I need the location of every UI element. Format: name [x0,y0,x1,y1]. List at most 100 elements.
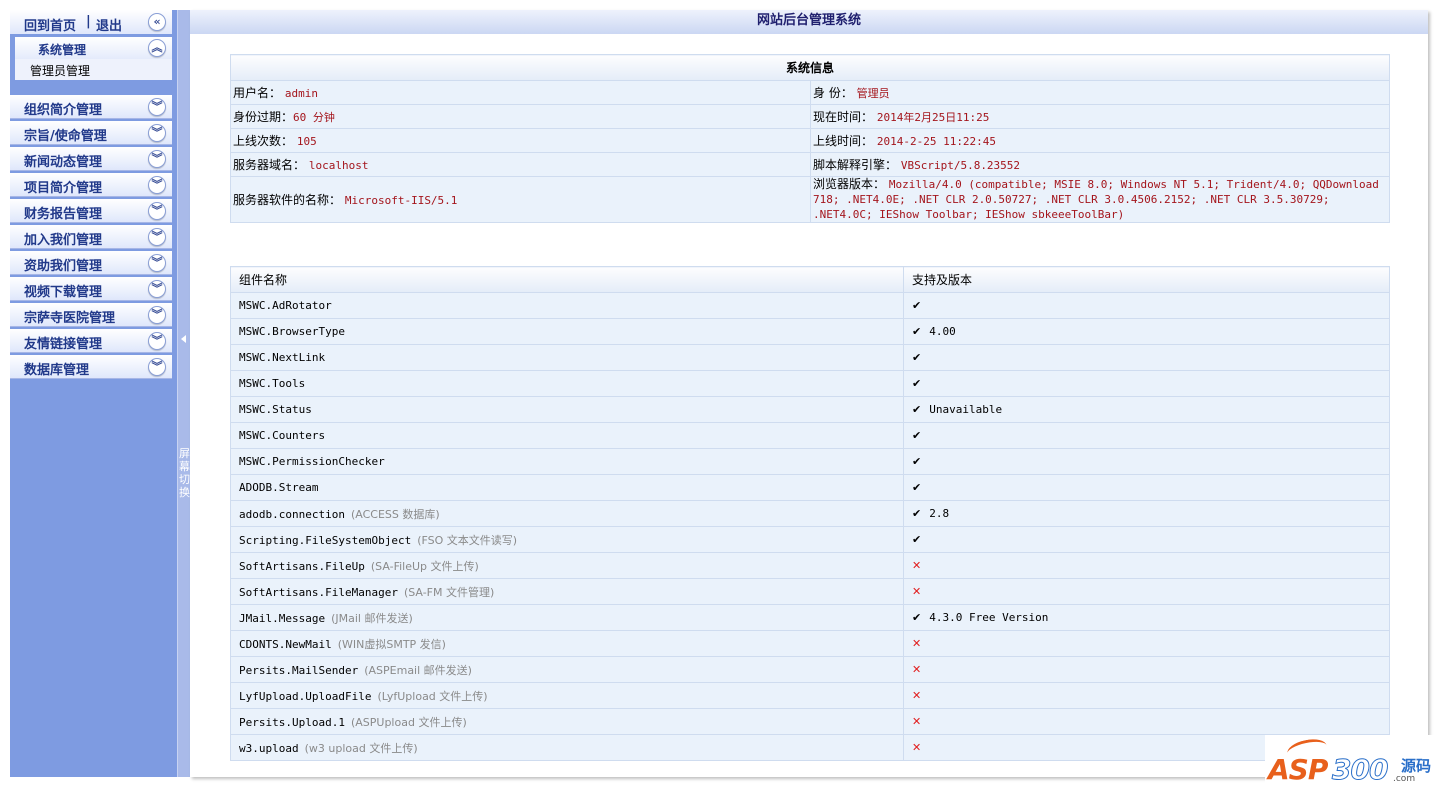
browser-cell: 浏览器版本： Mozilla/4.0 (compatible; MSIE 8.0… [810,176,1390,223]
check-icon: ✔ [912,481,922,494]
component-desc: (JMail 邮件发送) [331,611,413,625]
component-name: MSWC.Status [239,403,312,416]
double-chevron-down-icon[interactable]: ︾ [148,332,166,350]
component-desc: (FSO 文本文件读写) [417,533,518,547]
double-chevron-down-icon[interactable]: ︾ [148,254,166,272]
double-chevron-down-icon[interactable]: ︾ [148,280,166,298]
component-row: Scripting.FileSystemObject (FSO 文本文件读写) ✔ [230,526,1390,553]
component-support-cell: ✔ [903,474,1390,501]
component-name-cell: MSWC.NextLink [230,344,904,371]
sidebar: 回到首页 | 退出 « 系统管理 ︽ 管理员管理 组织简介管理 ︾ 宗旨/使命管理 ︾… [10,10,177,777]
last-value: 2014-2-25 11:22:45 [876,135,997,148]
software-label: 服务器软件的名称： [233,193,342,207]
component-row: LyfUpload.UploadFile (LyfUpload 文件上传) ✕ [230,682,1390,709]
sidebar-menu-item[interactable]: 项目简介管理 ︾ [10,173,172,197]
asp300-logo: ASP 300 源码 .com [1265,735,1437,787]
component-support-cell: ✔ [903,370,1390,397]
component-row: MSWC.Counters ✔ [230,422,1390,449]
component-support-cell: ✔ [903,292,1390,319]
double-chevron-down-icon[interactable]: ︾ [148,202,166,220]
double-chevron-down-icon[interactable]: ︾ [148,98,166,116]
component-version: 4.00 [929,325,956,338]
component-support-cell: ✕ [903,552,1390,579]
now-cell: 现在时间： 2014年2月25日11:25 [810,104,1390,129]
sidebar-group-system[interactable]: 系统管理 ︽ [15,37,172,59]
component-name-cell: w3.upload (w3 upload 文件上传) [230,734,904,761]
component-name-cell: MSWC.BrowserType [230,318,904,345]
component-support-cell: ✔ Unavailable [903,396,1390,423]
component-row: adodb.connection (ACCESS 数据库) ✔ 2.8 [230,500,1390,527]
component-row: Persits.Upload.1 (ASPUpload 文件上传) ✕ [230,708,1390,735]
sidebar-menu-label: 宗萨寺医院管理 [24,311,116,326]
component-name-cell: Scripting.FileSystemObject (FSO 文本文件读写) [230,526,904,553]
double-chevron-down-icon[interactable]: ︾ [148,306,166,324]
double-chevron-down-icon[interactable]: ︾ [148,228,166,246]
component-row: SoftArtisans.FileManager (SA-FM 文件管理) ✕ [230,578,1390,605]
host-cell: 服务器域名： localhost [230,152,811,177]
component-row: Persits.MailSender (ASPEmail 邮件发送) ✕ [230,656,1390,683]
component-name: MSWC.BrowserType [239,325,345,338]
sidebar-menu-item[interactable]: 财务报告管理 ︾ [10,199,172,223]
double-chevron-up-icon[interactable]: ︽ [148,39,166,57]
logins-value: 105 [296,135,317,148]
expire-value: 60 分钟 [293,111,335,124]
script-cell: 脚本解释引擎： VBScript/5.8.23552 [810,152,1390,177]
component-row: MSWC.Status ✔ Unavailable [230,396,1390,423]
sidebar-menu-item[interactable]: 视频下载管理 ︾ [10,277,172,301]
cross-icon: ✕ [912,585,922,598]
logout-link[interactable]: 退出 [96,15,122,34]
cross-icon: ✕ [912,637,922,650]
sidebar-item-admin[interactable]: 管理员管理 [15,59,172,80]
host-label: 服务器域名： [233,158,306,172]
component-row: MSWC.Tools ✔ [230,370,1390,397]
component-desc: (ASPEmail 邮件发送) [364,663,472,677]
check-icon: ✔ [912,299,922,312]
home-link[interactable]: 回到首页 [24,15,76,34]
component-name-cell: Persits.Upload.1 (ASPUpload 文件上传) [230,708,904,735]
component-support-cell: ✔ [903,448,1390,475]
sidebar-menu-item[interactable]: 宗旨/使命管理 ︾ [10,121,172,145]
software-value: Microsoft-IIS/5.1 [344,194,458,207]
check-icon: ✔ [912,533,922,546]
component-name: SoftArtisans.FileUp [239,559,365,573]
double-chevron-down-icon[interactable]: ︾ [148,150,166,168]
page-title: 网站后台管理系统 [190,10,1428,34]
expire-label: 身份过期： [233,110,294,124]
screen-toggle-bar[interactable]: 屏幕切换 [177,10,191,777]
host-value: localhost [308,159,369,172]
component-name-cell: LyfUpload.UploadFile (LyfUpload 文件上传) [230,682,904,709]
component-support-cell: ✕ [903,578,1390,605]
sidebar-menu-item[interactable]: 新闻动态管理 ︾ [10,147,172,171]
logo-com: .com [1393,774,1416,784]
double-chevron-down-icon[interactable]: ︾ [148,176,166,194]
triangle-left-icon[interactable] [181,335,186,343]
sidebar-menu-item[interactable]: 宗萨寺医院管理 ︾ [10,303,172,327]
sidebar-menu-label: 资助我们管理 [24,259,103,274]
logo-yuan: 源码 [1401,757,1432,775]
double-chevron-down-icon[interactable]: ︾ [148,358,166,376]
sidebar-menu-item[interactable]: 友情链接管理 ︾ [10,329,172,353]
double-chevron-down-icon[interactable]: ︾ [148,124,166,142]
logins-cell: 上线次数： 105 [230,128,811,153]
component-support-cell: ✔ 4.00 [903,318,1390,345]
double-chevron-left-icon[interactable]: « [148,13,166,31]
component-name: MSWC.NextLink [239,351,326,364]
sidebar-menu-item[interactable]: 资助我们管理 ︾ [10,251,172,275]
component-name: MSWC.AdRotator [239,299,332,312]
component-row: CDONTS.NewMail (WIN虚拟SMTP 发信) ✕ [230,630,1390,657]
logo-number: 300 [1331,753,1388,787]
check-icon: ✔ [912,325,922,338]
component-row: JMail.Message (JMail 邮件发送) ✔ 4.3.0 Free Ver… [230,604,1390,631]
identity-value: 管理员 [856,87,890,100]
sidebar-menu-item[interactable]: 组织简介管理 ︾ [10,95,172,119]
sidebar-menu-item[interactable]: 数据库管理 ︾ [10,355,172,379]
component-support-cell: ✔ [903,422,1390,449]
sidebar-menu-item[interactable]: 加入我们管理 ︾ [10,225,172,249]
sidebar-menu-label: 项目简介管理 [24,181,103,196]
cross-icon: ✕ [912,715,922,728]
check-icon: ✔ [912,377,922,390]
browser-value: Mozilla/4.0 (compatible; MSIE 8.0; Windo… [813,178,1379,221]
component-row: MSWC.AdRotator ✔ [230,292,1390,319]
component-support-cell: ✕ [903,656,1390,683]
component-desc: (ACCESS 数据库) [350,507,440,521]
